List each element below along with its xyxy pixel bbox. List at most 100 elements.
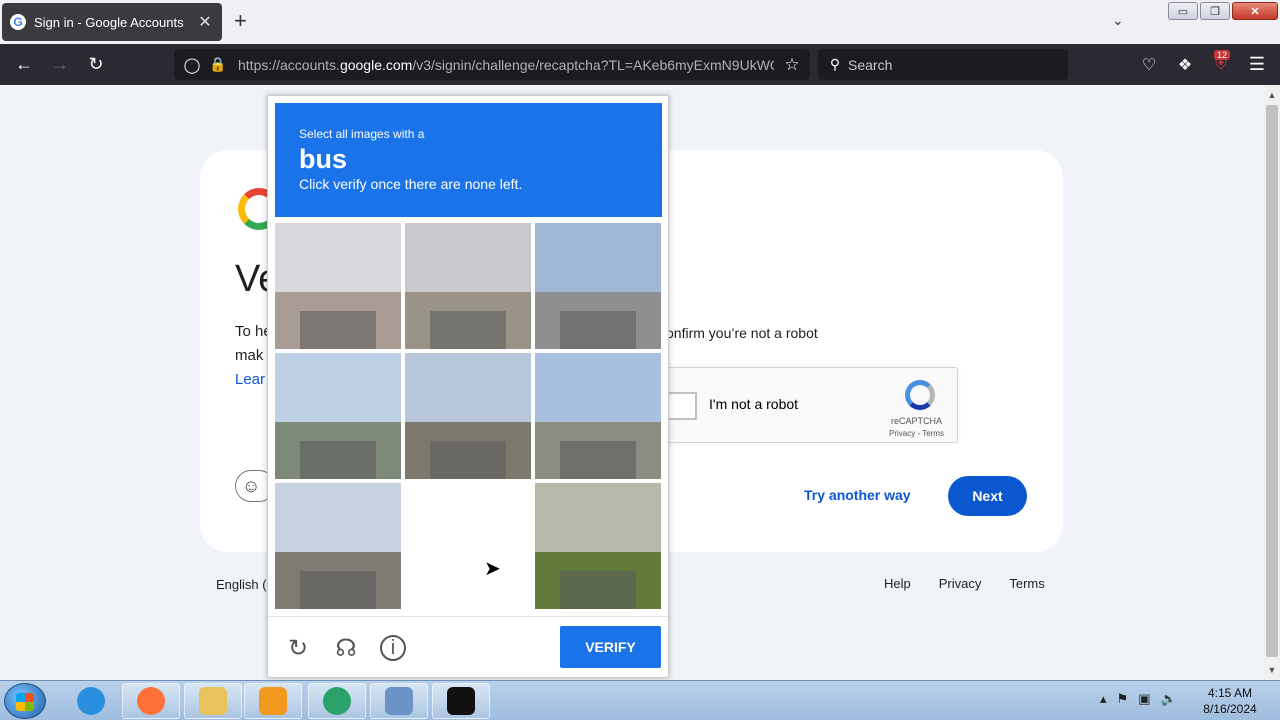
url-text[interactable]: https://accounts.google.com/v3/signin/ch… bbox=[238, 57, 774, 73]
next-button[interactable]: Next bbox=[948, 476, 1027, 516]
instruction-line-1: Select all images with a bbox=[299, 127, 425, 141]
taskbar-firefox-button[interactable] bbox=[122, 683, 180, 719]
footer-help-link[interactable]: Help bbox=[884, 576, 911, 591]
close-window-button[interactable]: ✕ bbox=[1232, 2, 1278, 20]
captcha-image-tile[interactable] bbox=[275, 223, 401, 349]
system-tray: ▴ ⚑ ▣ 🔈 bbox=[1100, 691, 1177, 707]
scroll-down-arrow-icon[interactable]: ▼ bbox=[1264, 662, 1280, 678]
window-controls: ▭ ❐ ✕ bbox=[1168, 2, 1278, 20]
account-circle-icon: ☺ bbox=[242, 475, 261, 496]
extensions-icon[interactable]: ❖ bbox=[1174, 44, 1196, 85]
extension-count-badge: 12 bbox=[1214, 50, 1231, 60]
taskbar-command-prompt-button[interactable] bbox=[432, 683, 490, 719]
command-prompt-icon bbox=[447, 687, 475, 715]
volume-muted-icon[interactable]: 🔈 bbox=[1160, 691, 1176, 707]
system-clock[interactable]: 4:15 AM 8/16/2024 bbox=[1194, 685, 1266, 717]
footer-privacy-link[interactable]: Privacy bbox=[939, 576, 982, 591]
tile-road bbox=[300, 441, 376, 479]
url-domain: google.com bbox=[339, 56, 413, 73]
recaptcha-challenge-dialog: Select all images with a bus Click verif… bbox=[267, 95, 669, 678]
tile-sky bbox=[275, 353, 401, 423]
taskbar-app-globe-button[interactable] bbox=[308, 683, 366, 719]
tile-road bbox=[430, 311, 506, 349]
captcha-image-tile[interactable] bbox=[275, 353, 401, 479]
google-favicon-icon: G bbox=[10, 14, 26, 30]
challenge-divider bbox=[268, 616, 668, 617]
recaptcha-name: reCAPTCHA bbox=[891, 416, 943, 426]
taskbar-notepad-window-button[interactable] bbox=[370, 683, 428, 719]
page-scrollbar[interactable]: ▲ ▼ bbox=[1264, 85, 1280, 680]
back-arrow-icon[interactable]: ← bbox=[12, 44, 36, 85]
show-hidden-icons-icon[interactable]: ▴ bbox=[1100, 691, 1107, 707]
reload-icon[interactable]: ↻ bbox=[84, 44, 108, 85]
internet-explorer-icon bbox=[77, 687, 105, 715]
footer-links: Help Privacy Terms bbox=[884, 576, 1045, 591]
taskbar-file-explorer-button[interactable] bbox=[184, 683, 242, 719]
challenge-instructions: Select all images with a bus Click verif… bbox=[275, 103, 662, 217]
notepad-window-icon bbox=[385, 687, 413, 715]
windows-logo-icon bbox=[16, 693, 34, 711]
tile-sky bbox=[275, 483, 401, 553]
captcha-image-tile[interactable] bbox=[535, 353, 661, 479]
start-button[interactable] bbox=[4, 683, 46, 719]
tile-sky bbox=[405, 353, 531, 423]
taskbar: ▴ ⚑ ▣ 🔈 4:15 AM 8/16/2024 bbox=[0, 680, 1280, 720]
captcha-image-tile[interactable] bbox=[535, 223, 661, 349]
tile-road bbox=[560, 571, 636, 609]
tile-sky bbox=[535, 223, 661, 293]
captcha-image-tile[interactable] bbox=[405, 353, 531, 479]
lock-icon[interactable]: 🔒 bbox=[208, 49, 228, 80]
restore-button[interactable]: ❐ bbox=[1200, 2, 1230, 20]
footer-terms-link[interactable]: Terms bbox=[1009, 576, 1044, 591]
tile-road bbox=[560, 441, 636, 479]
tile-sky bbox=[405, 223, 531, 293]
recaptcha-privacy-terms-links[interactable]: Privacy - Terms bbox=[889, 429, 944, 438]
recaptcha-checkbox-widget: I'm not a robot reCAPTCHA Privacy - Term… bbox=[666, 367, 958, 443]
shield-icon[interactable]: ◯ bbox=[182, 49, 202, 80]
file-explorer-icon bbox=[199, 687, 227, 715]
pocket-icon[interactable]: ♡ bbox=[1138, 44, 1160, 85]
try-another-way-button[interactable]: Try another way bbox=[804, 487, 911, 503]
minimize-button[interactable]: ▭ bbox=[1168, 2, 1198, 20]
scroll-up-arrow-icon[interactable]: ▲ bbox=[1264, 87, 1280, 103]
tile-sky bbox=[275, 223, 401, 293]
scroll-thumb[interactable] bbox=[1266, 105, 1278, 657]
instruction-target: bus bbox=[299, 144, 348, 174]
network-icon[interactable]: ▣ bbox=[1138, 691, 1150, 707]
confirm-text: onfirm you’re not a robot bbox=[666, 325, 818, 341]
new-tab-button[interactable]: + bbox=[234, 10, 247, 32]
verify-button[interactable]: VERIFY bbox=[560, 626, 661, 668]
action-center-flag-icon[interactable]: ⚑ bbox=[1117, 691, 1129, 707]
taskbar-internet-explorer-button[interactable] bbox=[62, 683, 120, 719]
clock-date: 8/16/2024 bbox=[1203, 702, 1257, 716]
url-path: /v3/signin/challenge/recaptcha?TL=AKeb6m… bbox=[412, 56, 774, 73]
audio-challenge-headphones-icon[interactable]: ☊ bbox=[332, 634, 360, 662]
captcha-image-tile[interactable] bbox=[405, 483, 531, 609]
search-input[interactable]: ⚲ Search bbox=[818, 49, 1068, 80]
forward-arrow-icon[interactable]: → bbox=[48, 44, 72, 85]
search-placeholder: Search bbox=[848, 56, 893, 73]
recaptcha-logo-icon bbox=[905, 380, 935, 410]
firefox-icon bbox=[137, 687, 165, 715]
media-player-icon bbox=[259, 687, 287, 715]
captcha-image-tile[interactable] bbox=[405, 223, 531, 349]
reload-challenge-icon[interactable]: ↻ bbox=[284, 634, 312, 662]
mouse-cursor-icon: ➤ bbox=[484, 558, 501, 580]
info-icon[interactable]: i bbox=[380, 635, 406, 661]
tile-sky bbox=[535, 483, 661, 553]
tab-close-icon[interactable]: ✕ bbox=[196, 12, 214, 32]
list-tabs-chevron-icon[interactable]: ⌄ bbox=[1112, 12, 1124, 29]
captcha-image-tile[interactable] bbox=[535, 483, 661, 609]
captcha-image-tile[interactable] bbox=[275, 483, 401, 609]
tab-sign-in[interactable]: G Sign in - Google Accounts ✕ bbox=[2, 3, 222, 41]
bookmark-star-icon[interactable]: ☆ bbox=[782, 49, 802, 80]
app-globe-icon bbox=[323, 687, 351, 715]
taskbar-media-player-button[interactable] bbox=[244, 683, 302, 719]
recaptcha-checkbox[interactable] bbox=[667, 392, 697, 420]
tile-road bbox=[300, 571, 376, 609]
tab-strip: G Sign in - Google Accounts ✕ + ⌄ ▭ ❐ ✕ bbox=[0, 0, 1280, 44]
tile-road bbox=[430, 441, 506, 479]
url-bar[interactable]: ◯ 🔒 https://accounts.google.com/v3/signi… bbox=[174, 49, 810, 80]
tab-title: Sign in - Google Accounts bbox=[34, 14, 184, 30]
menu-icon[interactable]: ☰ bbox=[1246, 44, 1268, 85]
